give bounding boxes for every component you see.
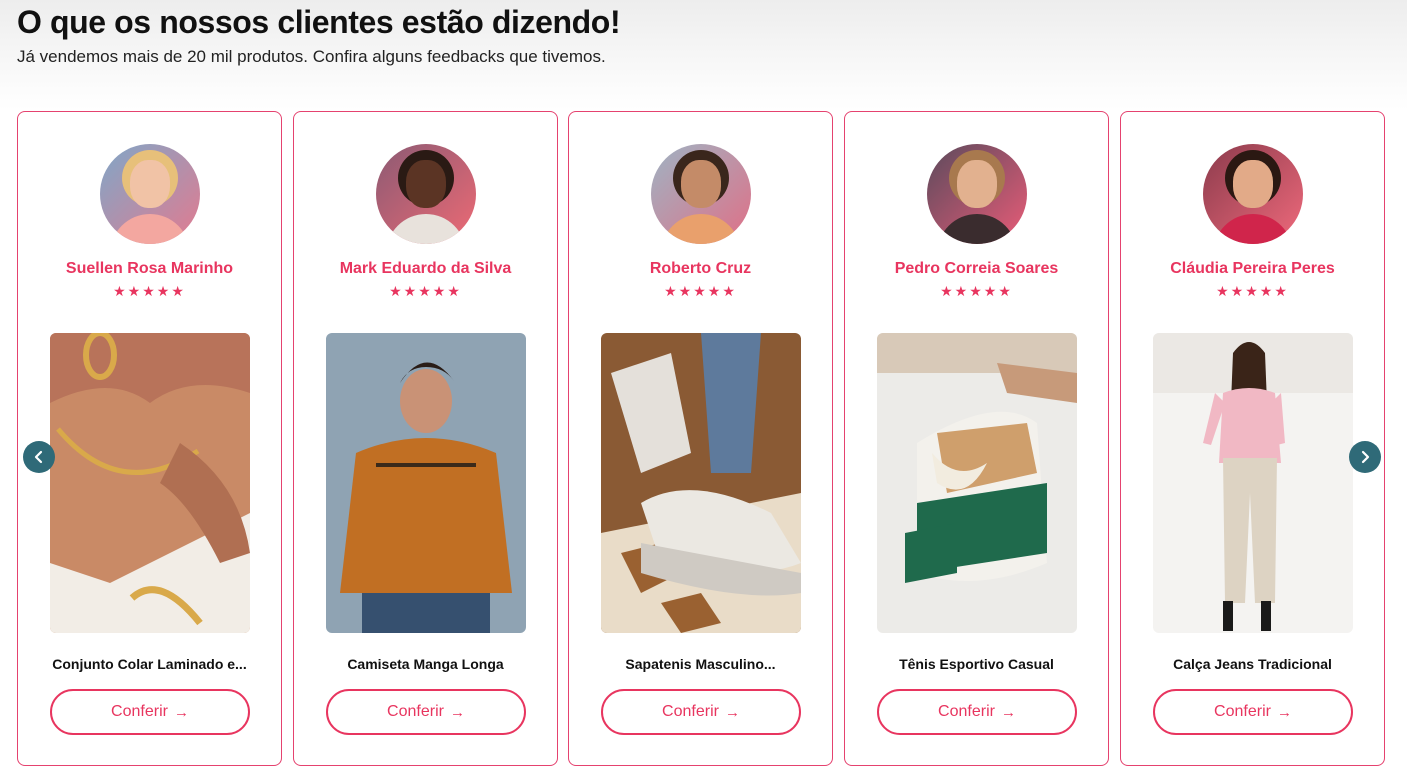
product-name: Tênis Esportivo Casual bbox=[899, 656, 1054, 672]
conferir-label: Conferir bbox=[1214, 703, 1271, 720]
customer-name: Suellen Rosa Marinho bbox=[65, 260, 234, 277]
conferir-button[interactable]: Conferir → bbox=[326, 689, 526, 735]
product-name: Sapatenis Masculino... bbox=[625, 656, 776, 672]
product-photo bbox=[50, 333, 250, 633]
rating-stars: ★★★★★ bbox=[389, 283, 462, 299]
arrow-right-icon: → bbox=[1000, 703, 1016, 721]
product-photo bbox=[601, 333, 801, 633]
section-title: O que os nossos clientes estão dizendo! bbox=[17, 4, 621, 40]
conferir-label: Conferir bbox=[387, 703, 444, 720]
product-photo bbox=[326, 333, 526, 633]
conferir-button[interactable]: Conferir → bbox=[1153, 689, 1353, 735]
customer-avatar bbox=[376, 144, 476, 244]
section-header: O que os nossos clientes estão dizendo! … bbox=[17, 4, 621, 67]
customer-avatar bbox=[1203, 144, 1303, 244]
customer-avatar bbox=[927, 144, 1027, 244]
product-photo bbox=[877, 333, 1077, 633]
conferir-button[interactable]: Conferir → bbox=[601, 689, 801, 735]
testimonials-carousel: Suellen Rosa Marinho ★★★★★ Conjunto Cola… bbox=[17, 111, 1386, 768]
arrow-right-icon: → bbox=[724, 703, 740, 721]
customer-avatar bbox=[100, 144, 200, 244]
conferir-label: Conferir bbox=[662, 703, 719, 720]
customer-name: Roberto Cruz bbox=[649, 260, 752, 277]
testimonial-card: Mark Eduardo da Silva ★★★★★ Camiseta Man… bbox=[293, 111, 558, 766]
product-name: Conjunto Colar Laminado e... bbox=[52, 656, 247, 672]
arrow-right-icon: → bbox=[1276, 703, 1292, 721]
conferir-label: Conferir bbox=[111, 703, 168, 720]
conferir-button[interactable]: Conferir → bbox=[50, 689, 250, 735]
rating-stars: ★★★★★ bbox=[1216, 283, 1289, 299]
testimonial-card: Roberto Cruz ★★★★★ Sapatenis Masculino..… bbox=[568, 111, 833, 766]
customer-name: Pedro Correia Soares bbox=[894, 260, 1059, 277]
conferir-label: Conferir bbox=[938, 703, 995, 720]
product-name: Camiseta Manga Longa bbox=[347, 656, 504, 672]
testimonial-card: Cláudia Pereira Peres ★★★★★ Calça Jeans … bbox=[1120, 111, 1385, 766]
conferir-button[interactable]: Conferir → bbox=[877, 689, 1077, 735]
testimonial-card: Suellen Rosa Marinho ★★★★★ Conjunto Cola… bbox=[17, 111, 282, 766]
customer-name: Mark Eduardo da Silva bbox=[339, 260, 512, 277]
product-name: Calça Jeans Tradicional bbox=[1173, 656, 1332, 672]
chevron-left-icon bbox=[34, 450, 43, 464]
customer-avatar bbox=[651, 144, 751, 244]
rating-stars: ★★★★★ bbox=[940, 283, 1013, 299]
customer-name: Cláudia Pereira Peres bbox=[1170, 260, 1335, 277]
carousel-next-button[interactable] bbox=[1349, 441, 1381, 473]
carousel-prev-button[interactable] bbox=[23, 441, 55, 473]
rating-stars: ★★★★★ bbox=[113, 283, 186, 299]
arrow-right-icon: → bbox=[173, 703, 189, 721]
product-photo bbox=[1153, 333, 1353, 633]
testimonial-card: Pedro Correia Soares ★★★★★ Tênis Esporti… bbox=[844, 111, 1109, 766]
rating-stars: ★★★★★ bbox=[664, 283, 737, 299]
chevron-right-icon bbox=[1361, 450, 1370, 464]
section-subtitle: Já vendemos mais de 20 mil produtos. Con… bbox=[17, 47, 606, 66]
arrow-right-icon: → bbox=[449, 703, 465, 721]
